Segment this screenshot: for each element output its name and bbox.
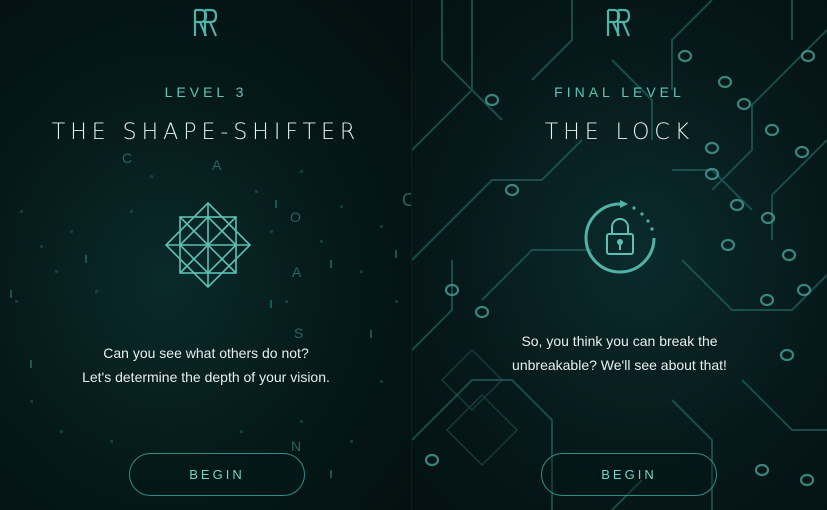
rr-logo-icon <box>193 8 218 37</box>
level-description: Can you see what others do not? Let's de… <box>0 341 412 389</box>
begin-button[interactable]: BEGIN <box>541 453 717 496</box>
level-description: So, you think you can break the unbreaka… <box>412 329 827 377</box>
begin-button[interactable]: BEGIN <box>129 453 305 496</box>
description-line: Can you see what others do not? <box>103 345 309 361</box>
padlock-icon <box>584 200 656 274</box>
description-line: Let's determine the depth of your vision… <box>82 369 330 385</box>
level-title: THE SHAPE-SHIFTER <box>51 120 361 145</box>
level-label: LEVEL 3 <box>164 84 248 100</box>
screen: C A O A S N C LEVEL 3 THE SHAPE-SHIFTER <box>0 0 827 510</box>
level-3-panel: C A O A S N C LEVEL 3 THE SHAPE-SHIFTER <box>0 0 412 510</box>
level-title: THE LOCK <box>544 120 695 145</box>
geometric-star-icon <box>164 201 252 289</box>
description-line: unbreakable? We'll see about that! <box>512 357 727 373</box>
final-level-panel: FINAL LEVEL THE LOCK So, you think you c… <box>412 0 827 510</box>
rr-logo-icon <box>606 8 631 37</box>
description-line: So, you think you can break the <box>521 333 718 349</box>
level-label: FINAL LEVEL <box>554 84 685 100</box>
